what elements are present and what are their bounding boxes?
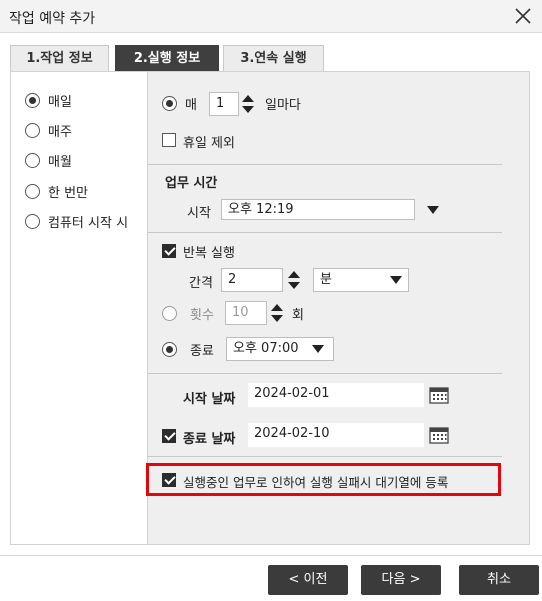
radio-monthly[interactable]: [25, 153, 40, 168]
interval-unit-dropdown-icon[interactable]: [389, 273, 403, 287]
end-date-calendar-icon[interactable]: [429, 426, 449, 444]
exclude-holidays-checkbox[interactable]: [162, 133, 176, 147]
tab-continuous-run[interactable]: 3.연속 실행: [223, 45, 324, 71]
tab-run-info[interactable]: 2.실행 정보: [115, 45, 219, 71]
radio-once[interactable]: [25, 184, 40, 199]
frequency-pane: [11, 72, 148, 544]
divider: [147, 373, 502, 374]
every-prefix-label: 매: [185, 98, 197, 113]
end-time-label: 종료: [190, 344, 214, 359]
radio-repeat-count[interactable]: [162, 306, 177, 321]
prev-button[interactable]: < 이전: [268, 565, 348, 595]
day-interval-input[interactable]: 1: [209, 92, 239, 116]
window-title: 작업 예약 추가: [9, 11, 96, 27]
radio-daily[interactable]: [25, 93, 40, 108]
divider: [147, 456, 502, 457]
repeat-count-input[interactable]: 10: [225, 301, 267, 325]
end-date-input[interactable]: 2024-02-10: [248, 423, 424, 447]
radio-on-startup[interactable]: [25, 214, 40, 229]
radio-monthly-label: 매월: [48, 155, 72, 170]
queue-on-fail-label: 실행중인 업무로 인하여 실행 실패시 대기열에 등록: [183, 475, 449, 490]
work-time-heading: 업무 시간: [165, 176, 218, 191]
radio-every-n-days[interactable]: [162, 96, 177, 111]
interval-label: 간격: [189, 276, 213, 291]
radio-once-label: 한 번만: [48, 186, 89, 201]
radio-weekly[interactable]: [25, 123, 40, 138]
next-button[interactable]: 다음 >: [361, 565, 441, 595]
repeat-interval-input[interactable]: 2: [221, 268, 283, 292]
count-label: 횟수: [190, 308, 214, 323]
radio-repeat-until[interactable]: [162, 342, 177, 357]
start-time-input[interactable]: 오후 12:19: [221, 199, 415, 220]
repeat-checkbox[interactable]: [162, 244, 176, 258]
day-interval-stepper[interactable]: [239, 92, 257, 116]
every-suffix-label: 일마다: [265, 98, 301, 113]
end-date-checkbox[interactable]: [162, 429, 176, 443]
end-date-label: 종료 날짜: [183, 432, 236, 447]
radio-daily-label: 매일: [48, 95, 72, 110]
cancel-button[interactable]: 취소: [459, 565, 539, 595]
start-date-input[interactable]: 2024-02-01: [248, 383, 424, 407]
divider: [147, 232, 502, 233]
start-time-dropdown-icon[interactable]: [426, 203, 440, 217]
start-time-label: 시작: [187, 206, 211, 221]
end-time-dropdown-icon[interactable]: [311, 342, 325, 356]
queue-on-fail-checkbox[interactable]: [162, 473, 176, 487]
start-date-calendar-icon[interactable]: [429, 386, 449, 404]
divider: [147, 164, 502, 165]
count-suffix-label: 회: [292, 308, 304, 323]
tab-job-info[interactable]: 1.작업 정보: [10, 45, 109, 71]
radio-weekly-label: 매주: [48, 125, 72, 140]
radio-on-startup-label: 컴퓨터 시작 시: [48, 216, 129, 231]
repeat-interval-stepper[interactable]: [285, 268, 303, 292]
close-icon[interactable]: [512, 5, 534, 27]
exclude-holidays-label: 휴일 제외: [183, 136, 235, 151]
start-date-label: 시작 날짜: [183, 392, 236, 407]
repeat-count-stepper[interactable]: [268, 301, 286, 325]
title-bar: 작업 예약 추가: [0, 0, 542, 33]
repeat-label: 반복 실행: [183, 246, 235, 261]
